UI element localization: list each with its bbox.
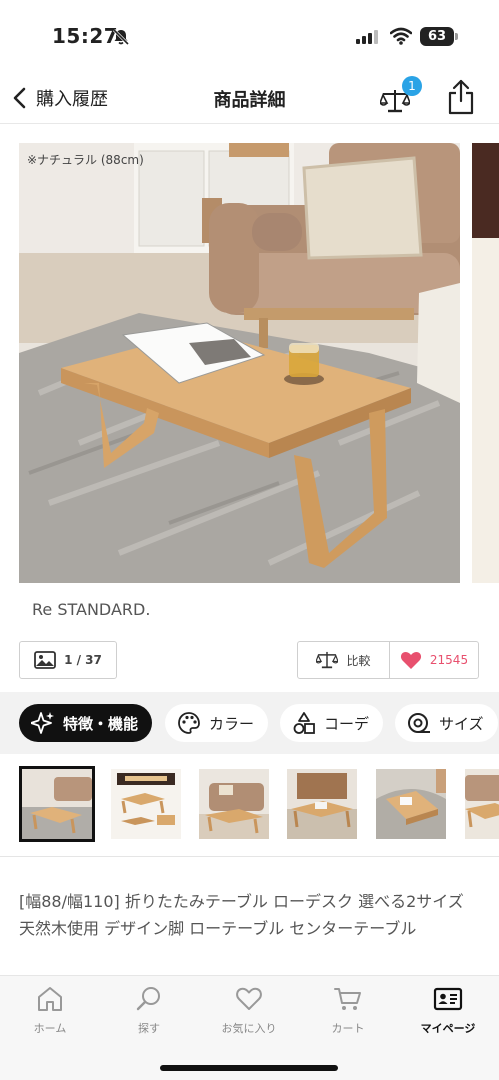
tabbar-label: マイページ (420, 1022, 476, 1035)
compare-count-badge: 1 (402, 76, 422, 96)
tab-features[interactable]: 特徴・機能 (19, 704, 153, 742)
member-card-icon (433, 987, 463, 1011)
tab-coordinate[interactable]: コーデ (280, 704, 384, 742)
sparkle-icon (31, 712, 54, 734)
search-icon (136, 987, 160, 1011)
tab-color[interactable]: カラー (165, 704, 269, 742)
tab-size[interactable]: サイズ (395, 704, 498, 742)
compare-button[interactable]: 比較 (298, 642, 390, 678)
shapes-icon (293, 712, 315, 734)
heart-icon (400, 651, 421, 669)
divider (0, 856, 499, 857)
heart-icon (236, 987, 262, 1010)
tabbar-favorites[interactable]: お気に入り (209, 984, 289, 1036)
tab-label: サイズ (439, 714, 484, 733)
status-bar: 15:27 63 (0, 0, 499, 72)
cart-icon (334, 988, 361, 1010)
home-icon (38, 987, 62, 1011)
status-time: 15:27 (52, 24, 119, 48)
tabbar-mypage[interactable]: マイページ (408, 984, 488, 1036)
scale-icon (316, 651, 339, 669)
bell-off-icon (112, 28, 130, 46)
share-icon[interactable] (446, 78, 476, 116)
tape-measure-icon (408, 713, 430, 733)
tab-label: コーデ (324, 714, 370, 733)
compare-label: 比較 (346, 653, 371, 668)
thumbnail-5[interactable] (376, 769, 446, 839)
page-title: 商品詳細 (213, 90, 286, 111)
next-image-peek[interactable] (472, 143, 499, 583)
gallery-button[interactable]: 1 / 37 (19, 641, 117, 679)
tabbar-label: 探す (138, 1022, 160, 1035)
brand-name[interactable]: Re STANDARD. (32, 600, 150, 619)
favorite-count: 21545 (429, 653, 469, 667)
image-icon (34, 651, 56, 669)
tab-label: カラー (209, 714, 255, 733)
thumbnail-4[interactable] (287, 769, 357, 839)
thumbnail-3[interactable] (199, 769, 269, 839)
wifi-icon (390, 27, 412, 45)
product-main-image[interactable]: ※ナチュラル (88cm) (19, 143, 460, 583)
thumbnail-strip (0, 765, 499, 845)
signal-icon (356, 30, 378, 44)
tabbar-label: お気に入り (221, 1022, 277, 1035)
tab-label: 特徴・機能 (63, 714, 139, 733)
image-counter: 1 / 37 (64, 653, 102, 667)
palette-icon (178, 712, 200, 734)
home-indicator (160, 1065, 338, 1071)
battery-indicator: 63 (420, 27, 458, 46)
compare-list-button[interactable]: 1 (378, 76, 422, 116)
tabbar-label: ホーム (33, 1022, 67, 1035)
living-room-table-photo (19, 143, 460, 583)
nav-bar: 購入履歴 商品詳細 1 (0, 72, 499, 124)
color-size-caption: ※ナチュラル (88cm) (27, 153, 144, 167)
bottom-tab-bar: ホーム 探す お気に入り カート マイページ (0, 975, 499, 1080)
feature-tabs: 特徴・機能 カラー コーデ サイズ (0, 692, 499, 754)
thumbnail-2[interactable] (111, 769, 181, 839)
tabbar-home[interactable]: ホーム (10, 984, 90, 1036)
product-actions: 比較 21545 (297, 641, 479, 679)
product-title: [幅88/幅110] 折りたたみテーブル ローデスク 選べる2サイズ 天然木使用… (19, 892, 464, 938)
tabbar-search[interactable]: 探す (109, 984, 189, 1036)
thumbnail-6[interactable] (465, 769, 499, 839)
thumbnail-1[interactable] (19, 766, 95, 842)
tabbar-label: カート (331, 1022, 365, 1035)
tabbar-cart[interactable]: カート (308, 984, 388, 1036)
favorite-button[interactable]: 21545 (390, 642, 478, 678)
